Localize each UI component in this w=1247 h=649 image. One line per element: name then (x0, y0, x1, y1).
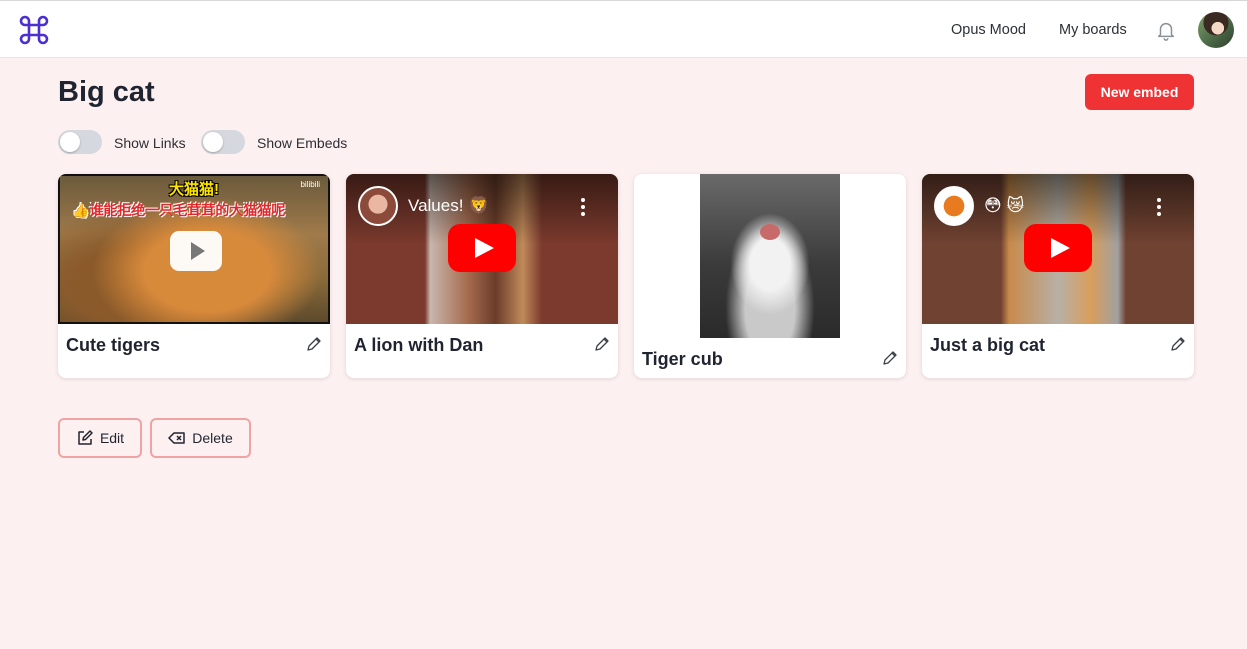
youtube-thumbnail[interactable]: Values! 🦁 (346, 174, 618, 324)
show-links-toggle[interactable] (58, 130, 102, 154)
backspace-icon (168, 432, 186, 444)
edit-icon (78, 430, 93, 445)
card-title: Cute tigers (66, 335, 161, 355)
thumbnail-overlay-subtitle: 👍谁能拒绝一只毛茸茸的大猫猫呢 (72, 202, 286, 218)
delete-board-button[interactable]: Delete (150, 418, 251, 458)
thumbnail-overlay-title: 大猫猫! (169, 181, 219, 198)
nav-link-my-boards[interactable]: My boards (1059, 22, 1127, 38)
show-embeds-label: Show Embeds (257, 135, 348, 151)
pencil-icon[interactable] (882, 350, 898, 366)
embed-card[interactable]: Tiger cub (634, 174, 906, 378)
page-title: Big cat (58, 76, 155, 108)
toggle-knob (203, 132, 223, 152)
card-title: A lion with Dan (354, 335, 484, 355)
bilibili-watermark: bilibili (300, 180, 320, 189)
command-icon[interactable] (18, 14, 50, 46)
bell-icon[interactable] (1155, 19, 1177, 41)
pencil-icon[interactable] (594, 336, 610, 352)
show-embeds-toggle[interactable] (201, 130, 245, 154)
channel-avatar[interactable] (358, 186, 398, 226)
embed-card[interactable]: Values! 🦁 A lion with Dan (346, 174, 618, 378)
bilibili-thumbnail[interactable]: 大猫猫! 👍谁能拒绝一只毛茸茸的大猫猫呢 bilibili (58, 174, 330, 324)
more-vertical-icon[interactable] (580, 197, 586, 217)
video-title[interactable]: 😳 😿 (984, 196, 1024, 216)
pencil-icon[interactable] (1170, 336, 1186, 352)
card-title: Tiger cub (642, 349, 723, 369)
user-avatar[interactable] (1198, 12, 1234, 48)
edit-button-label: Edit (99, 430, 125, 446)
bilibili-play-icon[interactable] (170, 231, 222, 271)
embed-card[interactable]: 大猫猫! 👍谁能拒绝一只毛茸茸的大猫猫呢 bilibili Cute tiger… (58, 174, 330, 378)
image-thumbnail[interactable] (634, 174, 906, 338)
embed-card[interactable]: 😳 😿 Just a big cat (922, 174, 1194, 378)
youtube-play-icon[interactable] (1024, 224, 1092, 272)
nav-link-opus-mood[interactable]: Opus Mood (951, 22, 1026, 38)
toggle-knob (60, 132, 80, 152)
delete-button-label: Delete (192, 430, 233, 446)
card-title: Just a big cat (930, 335, 1046, 355)
youtube-play-icon[interactable] (448, 224, 516, 272)
pencil-icon[interactable] (306, 336, 322, 352)
more-vertical-icon[interactable] (1156, 197, 1162, 217)
channel-avatar[interactable] (934, 186, 974, 226)
show-links-label: Show Links (114, 135, 186, 151)
new-embed-button[interactable]: New embed (1085, 74, 1194, 110)
tiger-cub-photo (700, 174, 840, 338)
video-title[interactable]: Values! 🦁 (408, 196, 489, 216)
youtube-thumbnail[interactable]: 😳 😿 (922, 174, 1194, 324)
edit-board-button[interactable]: Edit (58, 418, 142, 458)
top-navbar: Opus Mood My boards (0, 0, 1247, 58)
cub-mouth (760, 224, 780, 240)
